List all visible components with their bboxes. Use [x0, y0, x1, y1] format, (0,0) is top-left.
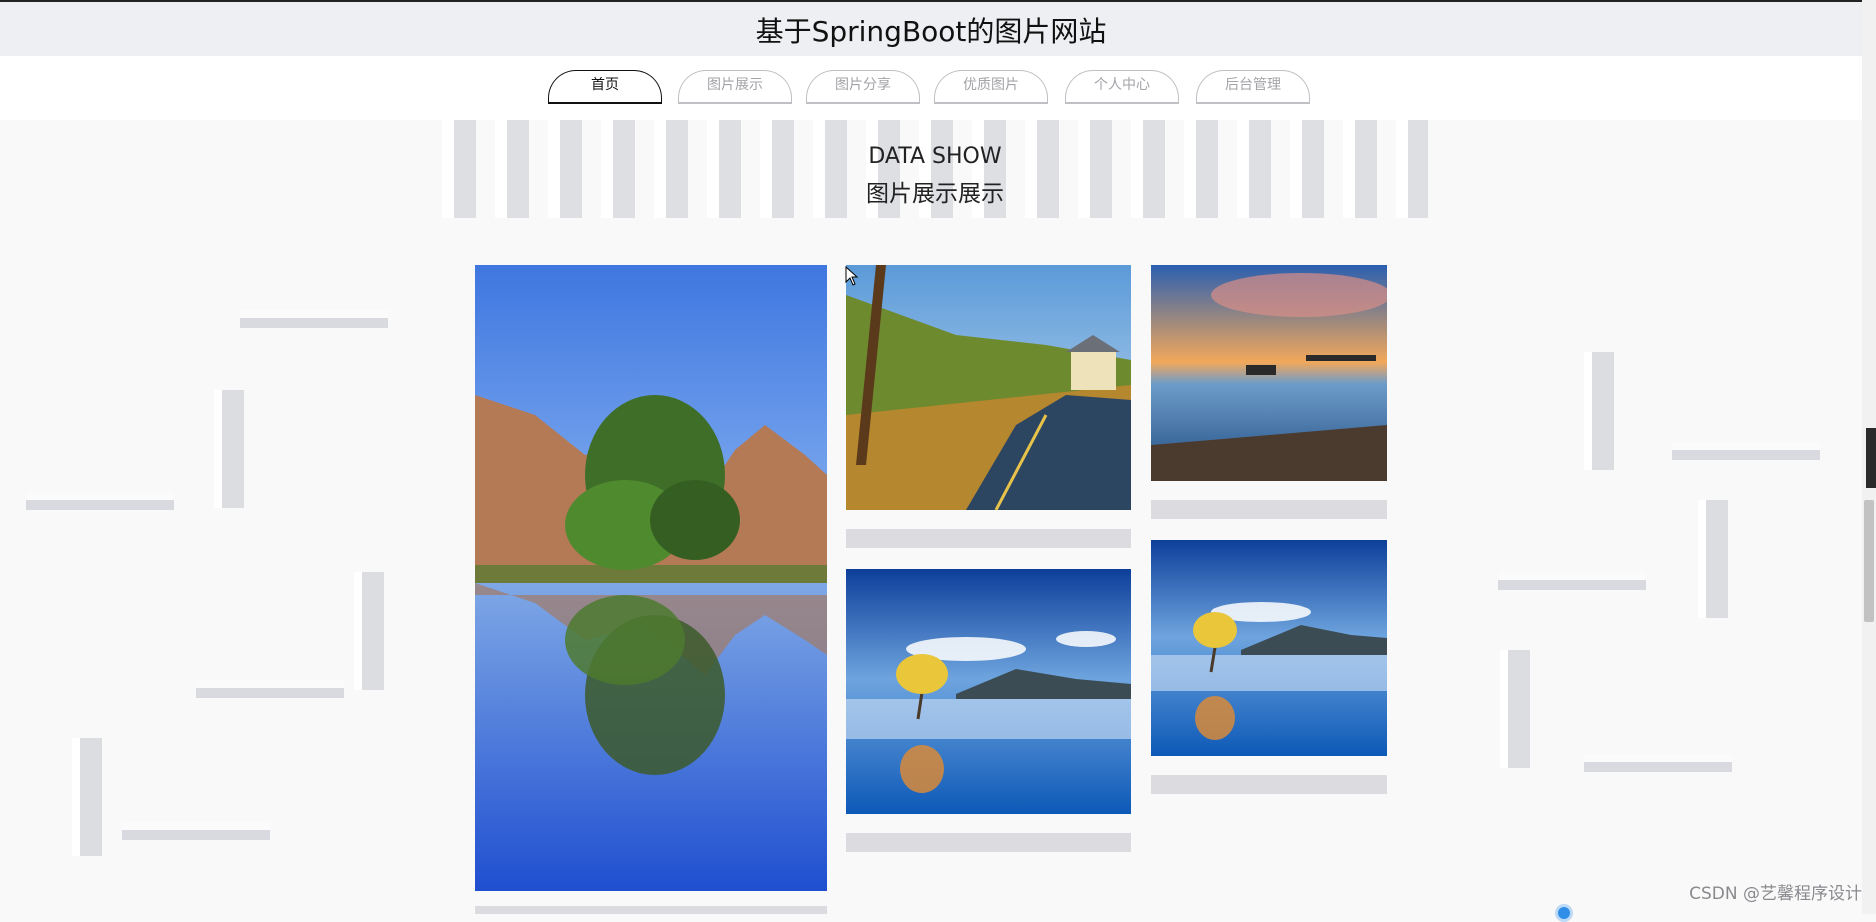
gallery-image[interactable] — [1151, 265, 1387, 481]
decor-block — [1672, 450, 1820, 460]
decor-block — [354, 572, 384, 690]
decor-block — [72, 738, 102, 856]
site-header: 基于SpringBoot的图片网站 — [0, 0, 1862, 56]
gallery-card[interactable] — [846, 569, 1131, 852]
tab-home[interactable]: 首页 — [548, 70, 662, 104]
image-caption — [1151, 775, 1387, 794]
gallery-image[interactable] — [475, 265, 827, 891]
decor-block — [1584, 352, 1614, 470]
image-caption — [475, 906, 827, 914]
hero-title: 图片展示展示 — [866, 181, 1004, 207]
scrollbar-marker — [1866, 428, 1876, 488]
gallery-card[interactable] — [1151, 540, 1387, 794]
decor-block — [1498, 580, 1646, 590]
image-caption — [846, 833, 1131, 852]
decor-block — [1698, 500, 1728, 618]
decor-block — [26, 500, 174, 510]
decor-block — [1584, 762, 1732, 772]
gallery-card[interactable] — [1151, 265, 1387, 519]
tab-personal-center[interactable]: 个人中心 — [1065, 70, 1179, 104]
tab-image-display[interactable]: 图片展示 — [678, 70, 792, 104]
image-caption — [846, 529, 1131, 548]
scrollbar[interactable] — [1862, 0, 1876, 914]
hero-stripes: DATA SHOW 图片展示展示 — [442, 120, 1428, 218]
tab-quality-images[interactable]: 优质图片 — [934, 70, 1048, 104]
decor-block — [196, 688, 344, 698]
image-caption — [1151, 500, 1387, 519]
gallery-image[interactable] — [1151, 540, 1387, 756]
decor-block — [214, 390, 244, 508]
site-title: 基于SpringBoot的图片网站 — [755, 15, 1107, 48]
gallery-card[interactable] — [846, 265, 1131, 548]
mouse-cursor-icon — [845, 265, 859, 290]
gallery-image[interactable] — [846, 265, 1131, 510]
gallery-card[interactable] — [475, 265, 827, 914]
gallery-image[interactable] — [846, 569, 1131, 814]
tab-admin[interactable]: 后台管理 — [1196, 70, 1310, 104]
watermark: CSDN @艺馨程序设计 — [1689, 884, 1862, 904]
scrollbar-thumb[interactable] — [1864, 500, 1874, 622]
decor-block — [240, 318, 388, 328]
decor-block — [122, 830, 270, 840]
nav-bar: 首页 图片展示 图片分享 优质图片 个人中心 后台管理 — [0, 56, 1862, 120]
decor-block — [1500, 650, 1530, 768]
floating-indicator[interactable] — [1555, 904, 1573, 922]
tab-image-share[interactable]: 图片分享 — [806, 70, 920, 104]
main-content: DATA SHOW 图片展示展示 — [0, 120, 1862, 922]
hero-subtitle: DATA SHOW — [868, 144, 1002, 169]
